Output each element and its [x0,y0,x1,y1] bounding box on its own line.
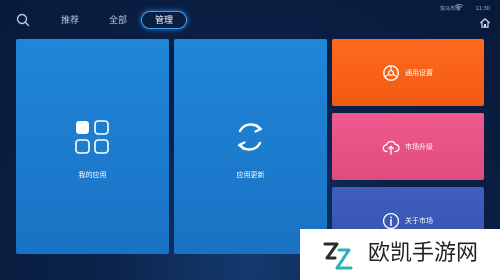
market-upgrade-tile[interactable]: 市场升级 [332,113,484,180]
top-bar: 推荐 全部 管理 悦马市场 11:30 [0,0,500,36]
market-upgrade-label: 市场升级 [405,143,433,151]
clock-time: 11:30 [475,6,490,12]
about-market-label: 关于市场 [405,217,433,225]
tab-recommend[interactable]: 推荐 [61,14,79,28]
app-grid-icon [75,120,109,154]
tab-all[interactable]: 全部 [109,14,127,28]
tab-manage[interactable]: 管理 [141,11,187,29]
refresh-icon [237,123,263,151]
search-icon[interactable] [16,13,30,27]
my-apps-label: 我的应用 [78,171,107,179]
general-settings-tile[interactable]: 通用设置 [332,39,484,106]
app-update-tile[interactable]: 应用更新 [174,39,327,254]
general-settings-label: 通用设置 [405,69,433,77]
site-watermark: 欧凯手游网 [300,229,500,280]
settings-icon [383,65,399,81]
my-apps-tile[interactable]: 我的应用 [16,39,169,254]
cloud-upload-icon [382,140,400,155]
app-update-label: 应用更新 [236,171,265,179]
info-icon [382,212,400,230]
watermark-logo-icon [323,242,353,270]
home-icon[interactable] [479,17,491,29]
watermark-text: 欧凯手游网 [368,241,479,266]
wifi-icon [454,3,464,11]
